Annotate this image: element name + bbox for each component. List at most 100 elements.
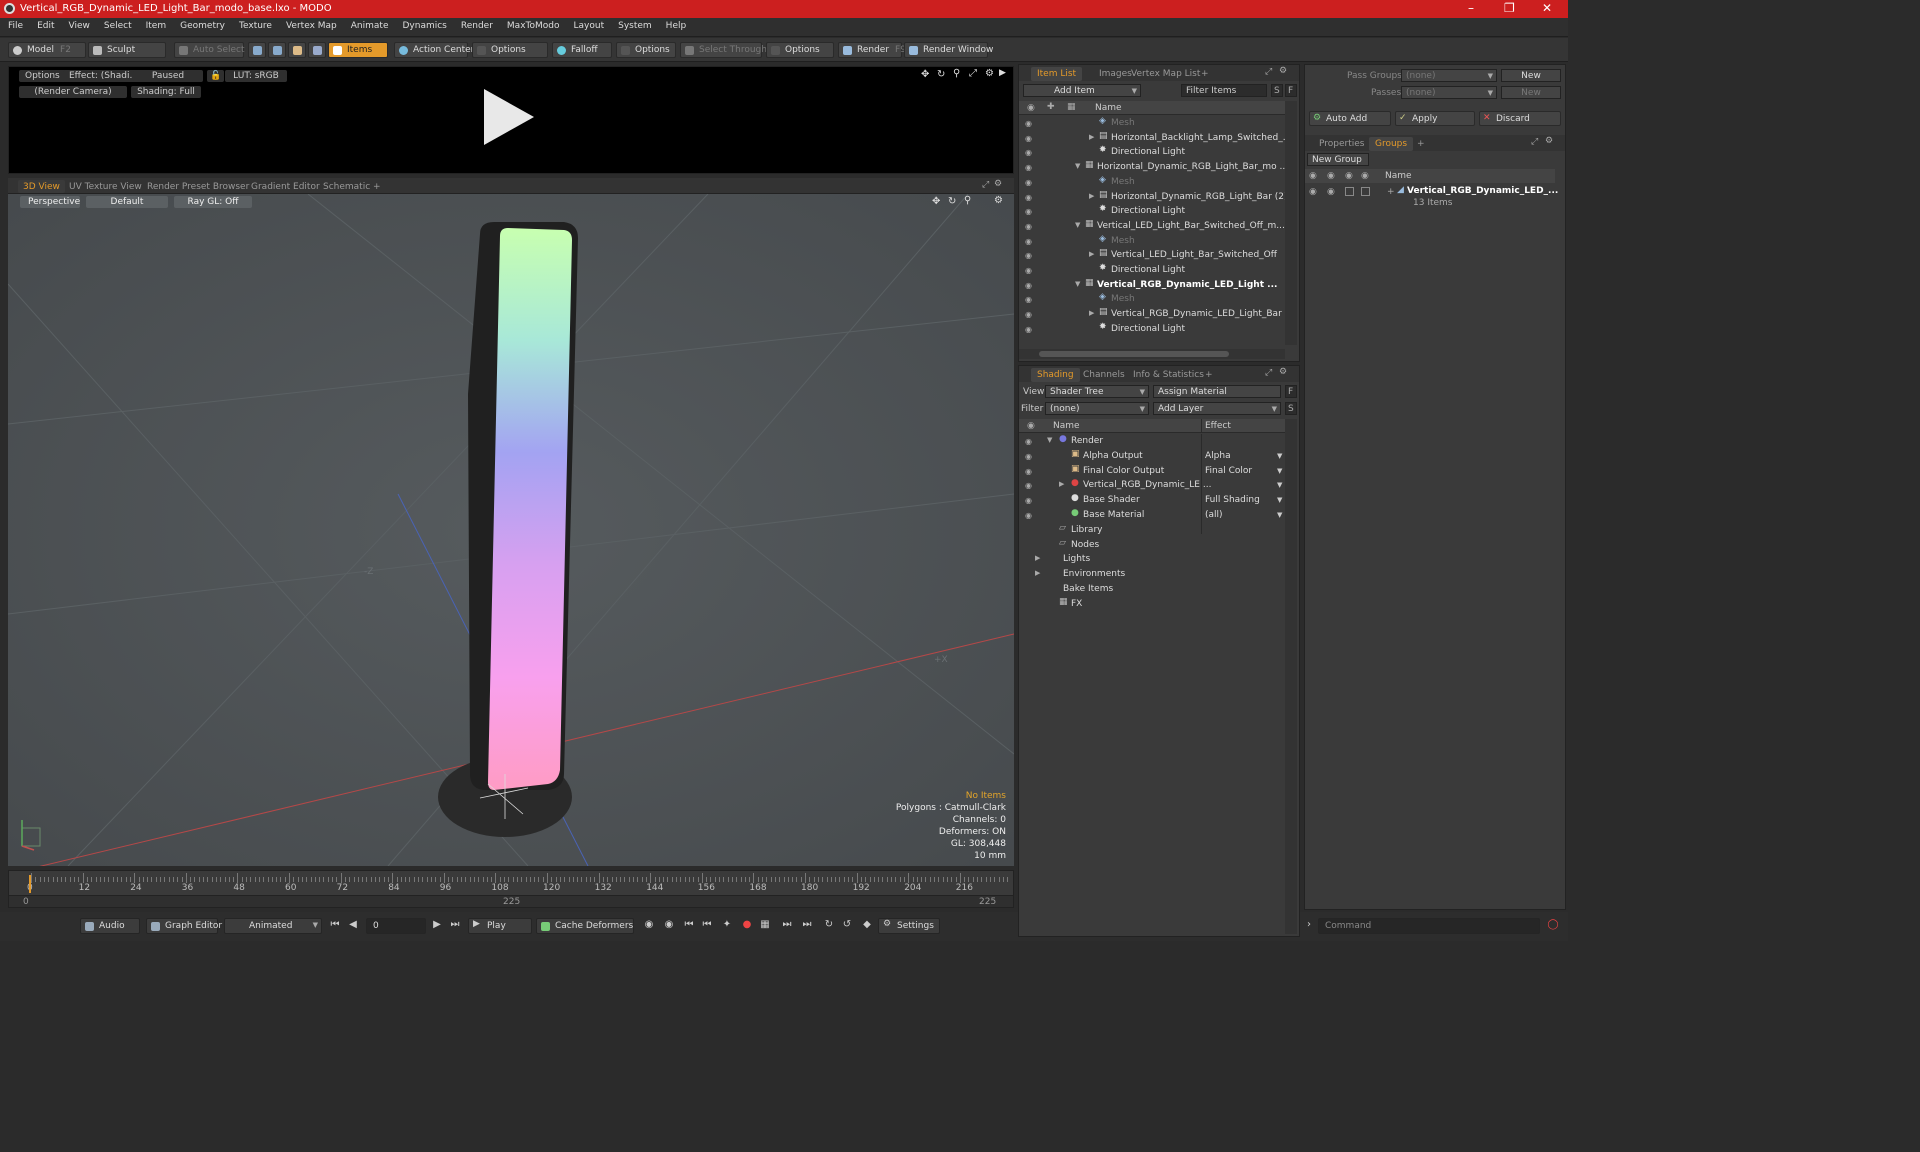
menu-geometry[interactable]: Geometry (172, 18, 231, 31)
gear-icon[interactable]: ⚙ (1279, 66, 1287, 76)
effect-dropdown[interactable]: Final Color ▼ (1205, 466, 1283, 476)
3d-viewport[interactable]: -Z +X Perspective Default Ray GL: Off ✥ … (8, 194, 1014, 866)
add-tab-button[interactable]: + (368, 180, 386, 193)
collapse-icon[interactable]: ▼ (1075, 162, 1080, 170)
loop-icon[interactable]: ↻ (822, 919, 836, 933)
menu-dynamics[interactable]: Dynamics (394, 18, 452, 31)
add-item-dropdown[interactable]: Add Item ▼ (1023, 84, 1141, 97)
skip-to-start-icon[interactable]: ⏮ (328, 919, 342, 933)
item-list-row[interactable]: ◉ ▶ ▤ Vertical_RGB_Dynamic_LED_Light_Bar ..… (1019, 307, 1293, 322)
expand-icon[interactable]: ▶ (1035, 569, 1040, 577)
effect-dropdown[interactable]: (all) ▼ (1205, 510, 1283, 520)
perspective-dropdown[interactable]: Perspective (20, 196, 80, 208)
skip-to-end-icon[interactable]: ⏭ (448, 919, 462, 933)
falloff-button[interactable]: Falloff (552, 42, 612, 58)
gear-icon[interactable]: ⚙ (1545, 136, 1553, 146)
shader-tree-row[interactable]: ▶ Lights (1019, 552, 1285, 567)
preview-pause-button[interactable]: Paused (133, 70, 203, 82)
menu-texture[interactable]: Texture (231, 18, 278, 31)
animated-dropdown[interactable]: Animated ▼ (224, 918, 322, 934)
next-frame-icon[interactable]: ▶ (430, 919, 444, 933)
preview-options-button[interactable]: Options (19, 70, 66, 82)
timeline[interactable]: 0 12 24 36 48 60 72 84 96 108 120 132 144 156 168 180 19… (8, 870, 1014, 908)
item-list-row[interactable]: ◉ ▼ ▦ Vertical_RGB_Dynamic_LED_Light ... (1019, 278, 1285, 293)
rotate-icon[interactable]: ↻ (948, 196, 956, 207)
menu-edit[interactable]: Edit (29, 18, 60, 31)
item-list-scrollbar[interactable] (1285, 101, 1297, 345)
rotate-icon[interactable]: ↻ (937, 69, 945, 80)
view-dropdown[interactable]: Shader Tree ▼ (1045, 385, 1149, 398)
render-icon[interactable]: ◉ (1327, 187, 1335, 197)
preview-effect-dropdown[interactable]: Effect: (Shadi... (63, 70, 145, 82)
item-list-row[interactable]: ◉ ▶ ▤ Horizontal_Backlight_Lamp_Switched_..… (1019, 131, 1291, 146)
falloff-options-button[interactable]: Options (616, 42, 676, 58)
frame-input[interactable]: 0 (366, 918, 426, 934)
shader-tree-row[interactable]: ▶ Environments (1019, 567, 1285, 582)
effect-dropdown[interactable]: Full Shading ▼ (1205, 495, 1283, 505)
item-list-row[interactable]: ◉ ✸ Directional Light (1019, 145, 1285, 160)
menu-view[interactable]: View (61, 18, 96, 31)
zoom-icon[interactable]: ⚲ (953, 68, 960, 79)
shader-tree-row[interactable]: ◉ ▼ ● Render (1019, 434, 1285, 449)
lock-checkbox[interactable] (1345, 187, 1354, 196)
polygons-mode-button[interactable] (288, 42, 306, 58)
s-toggle[interactable]: S (1285, 402, 1297, 415)
vertices-mode-button[interactable] (248, 42, 266, 58)
eye-icon[interactable]: ◉ (1025, 222, 1035, 231)
add-tab-button[interactable]: + (1195, 67, 1215, 81)
effect-column-header[interactable]: Effect (1205, 421, 1231, 431)
eye-icon[interactable]: ◉ (1025, 511, 1035, 520)
name-column-header[interactable]: Name (1385, 171, 1412, 181)
shading-dropdown[interactable]: Shading: Full (131, 86, 201, 98)
action-center-button[interactable]: Action Center (394, 42, 474, 58)
eye-icon[interactable]: ◉ (1025, 134, 1035, 143)
item-list-row[interactable]: ◉ ✸ Directional Light (1019, 322, 1285, 337)
render-window-button[interactable]: Render Window (904, 42, 993, 58)
prev-key-icon[interactable]: ⏮ (700, 919, 714, 933)
play-button[interactable]: ▶ Play (468, 918, 532, 934)
group-row[interactable]: ◉ ◉ + ◢ Vertical_RGB_Dynamic_LED_... 13 … (1305, 185, 1558, 211)
render-camera-dropdown[interactable]: (Render Camera) (19, 86, 127, 98)
expand-command-icon[interactable]: › (1302, 919, 1316, 933)
sculpt-mode-button[interactable]: Sculpt (88, 42, 166, 58)
model-mode-button[interactable]: Model F2 (8, 42, 86, 58)
pan-icon[interactable]: ✥ (932, 196, 940, 207)
tab-3d-view[interactable]: 3D View (18, 180, 65, 193)
apply-button[interactable]: ✓ Apply (1395, 111, 1475, 126)
select-checkbox[interactable] (1361, 187, 1370, 196)
shader-tree-row[interactable]: ▱ Nodes (1019, 538, 1285, 553)
edges-mode-button[interactable] (268, 42, 286, 58)
bounce-icon[interactable]: ↺ (840, 919, 854, 933)
item-list-row[interactable]: ◉ ◈ Mesh (1019, 234, 1285, 249)
s-toggle[interactable]: S (1271, 84, 1283, 97)
menu-layout[interactable]: Layout (566, 18, 611, 31)
shader-tree-row[interactable]: ▱ Library (1019, 523, 1285, 538)
tab-shading[interactable]: Shading (1031, 368, 1080, 382)
previous-key-icon[interactable]: ◀ (346, 919, 360, 933)
action-center-options-button[interactable]: Options (472, 42, 548, 58)
eye-icon[interactable]: ◉ (1025, 148, 1035, 157)
items-mode-button[interactable]: Items (328, 42, 388, 58)
eye-icon[interactable]: ◉ (1025, 452, 1035, 461)
eye-icon[interactable]: ◉ (1025, 281, 1035, 290)
auto-select-button[interactable]: Auto Select (174, 42, 245, 58)
eye-icon[interactable]: ◉ (1025, 295, 1035, 304)
expand-icon[interactable]: ▶ (1089, 192, 1094, 200)
settings-button[interactable]: ⚙ Settings (878, 918, 940, 934)
playhead[interactable] (29, 875, 31, 893)
eye-icon[interactable]: ◉ (1025, 119, 1035, 128)
eye-icon[interactable]: ◉ (1025, 207, 1035, 216)
command-history-icon[interactable]: ◯ (1546, 919, 1560, 933)
expand-group-icon[interactable]: + (1387, 187, 1395, 197)
filter-dropdown[interactable]: (none) ▼ (1045, 402, 1149, 415)
filter-items-input[interactable]: Filter Items (1181, 84, 1267, 97)
tab-gradient-editor[interactable]: Gradient Editor (246, 180, 325, 193)
add-tab-button[interactable]: + (1199, 368, 1219, 382)
passes-dropdown[interactable]: (none) ▼ (1401, 86, 1497, 99)
item-list-row[interactable]: ◉ ✸ Directional Light (1019, 263, 1285, 278)
arrow-right-icon[interactable]: ▶ (999, 68, 1006, 78)
shader-tree-row[interactable]: Bake Items (1019, 582, 1285, 597)
shading-scrollbar[interactable] (1285, 419, 1297, 934)
tab-properties[interactable]: Properties (1313, 137, 1370, 151)
shader-tree-row[interactable]: ◉ ▣ Alpha Output Alpha ▼ (1019, 449, 1285, 464)
